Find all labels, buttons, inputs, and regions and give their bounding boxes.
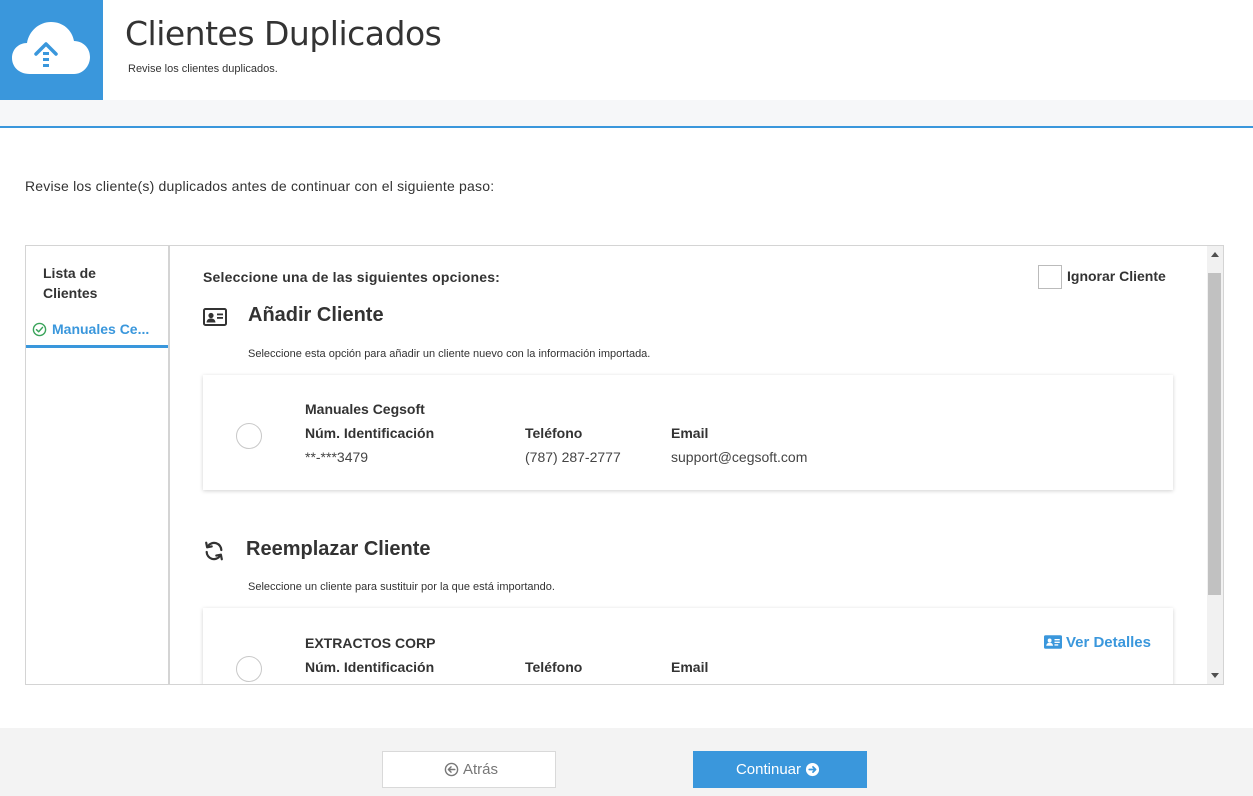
cloud-upload-icon — [12, 22, 90, 74]
replace-client-title: Reemplazar Cliente — [246, 538, 431, 560]
replace-client-card[interactable]: EXTRACTOS CORP Núm. Identificación Teléf… — [203, 608, 1173, 684]
duplicates-panel: Lista de Clientes Manuales Ce... Selecci… — [25, 245, 1224, 685]
phone-label: Teléfono — [525, 659, 583, 675]
id-label: Núm. Identificación — [305, 659, 435, 675]
add-client-description: Seleccione esta opción para añadir un cl… — [248, 348, 651, 360]
email-value: support@cegsoft.com — [671, 449, 808, 465]
panel-scrollbar[interactable] — [1207, 246, 1223, 684]
add-client-radio[interactable] — [236, 423, 262, 449]
intro-text: Revise los cliente(s) duplicados antes d… — [25, 178, 495, 194]
back-button[interactable]: Atrás — [382, 751, 556, 788]
id-label: Núm. Identificación — [305, 425, 435, 441]
client-name: Manuales Cegsoft — [305, 401, 425, 417]
page-header: Clientes Duplicados Revise los clientes … — [0, 0, 1253, 100]
header-band — [0, 100, 1253, 128]
page-subtitle: Revise los clientes duplicados. — [128, 63, 278, 75]
client-list-title: Lista de Clientes — [43, 265, 98, 301]
scrollbar-thumb[interactable] — [1208, 273, 1221, 595]
ignore-client-label: Ignorar Cliente — [1067, 268, 1166, 284]
scroll-up-arrow[interactable] — [1211, 252, 1219, 257]
phone-value: (787) 287-2777 — [525, 449, 621, 465]
client-list-sidebar: Lista de Clientes Manuales Ce... — [26, 246, 170, 684]
arrow-circle-left-icon — [444, 762, 459, 777]
continue-button[interactable]: Continuar — [693, 751, 867, 788]
phone-label: Teléfono — [525, 425, 583, 441]
refresh-icon — [205, 541, 223, 561]
continue-button-label: Continuar — [735, 761, 802, 778]
view-details-label: Ver Detalles — [1065, 634, 1151, 651]
email-label: Email — [671, 659, 709, 675]
arrow-circle-right-icon — [805, 762, 820, 777]
email-label: Email — [671, 425, 709, 441]
options-prompt: Seleccione una de las siguientes opcione… — [203, 269, 501, 285]
replace-client-radio[interactable] — [236, 656, 262, 682]
add-client-title: Añadir Cliente — [248, 304, 384, 326]
check-circle-icon — [32, 322, 47, 337]
view-details-link[interactable]: Ver Detalles — [1043, 634, 1151, 651]
sidebar-item-label: Manuales Ce... — [52, 321, 150, 337]
ignore-client-checkbox[interactable] — [1038, 265, 1062, 289]
page-title: Clientes Duplicados — [125, 14, 442, 53]
id-value: **-***3479 — [305, 449, 369, 465]
scroll-down-arrow[interactable] — [1211, 673, 1219, 678]
options-content: Seleccione una de las siguientes opcione… — [172, 246, 1208, 684]
replace-client-description: Seleccione un cliente para sustituir por… — [248, 581, 555, 593]
add-client-card[interactable]: Manuales Cegsoft Núm. Identificación Tel… — [203, 375, 1173, 490]
id-card-icon — [1043, 635, 1062, 649]
page-footer: Atrás Continuar — [0, 728, 1253, 796]
id-card-icon — [203, 308, 227, 326]
client-name: EXTRACTOS CORP — [305, 635, 436, 651]
sidebar-item-client[interactable]: Manuales Ce... — [26, 316, 168, 348]
app-logo — [0, 0, 103, 100]
back-button-label: Atrás — [462, 761, 498, 778]
